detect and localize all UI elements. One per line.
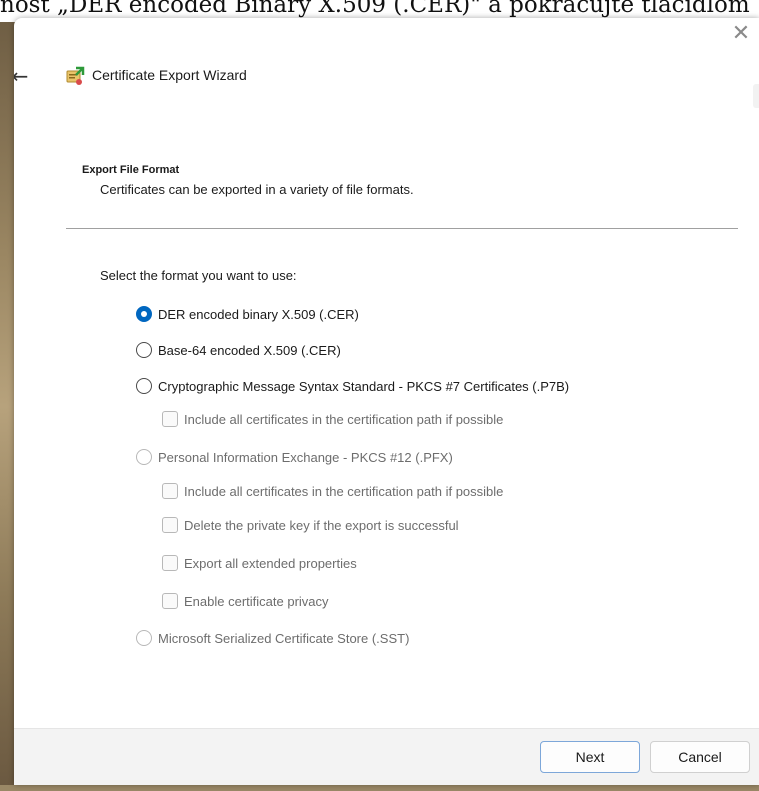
section-description: Certificates can be exported in a variet… <box>100 182 414 197</box>
right-edge-scroll <box>753 84 759 108</box>
checkbox-pfx-include-path: Include all certificates in the certific… <box>162 483 503 499</box>
checkbox-disabled <box>162 411 178 427</box>
checkbox-delete-private-key: Delete the private key if the export is … <box>162 517 459 533</box>
option-label: Base-64 encoded X.509 (.CER) <box>158 342 341 358</box>
option-label: Include all certificates in the certific… <box>184 411 504 427</box>
checkbox-export-extended-properties: Export all extended properties <box>162 555 357 571</box>
dialog-footer: Next Cancel <box>14 728 759 785</box>
option-label: Personal Information Exchange - PKCS #12… <box>158 449 453 465</box>
radio-button[interactable] <box>136 342 152 358</box>
background-bottom <box>0 785 759 791</box>
radio-der-cer[interactable]: DER encoded binary X.509 (.CER) <box>136 306 359 322</box>
next-button[interactable]: Next <box>540 741 640 773</box>
radio-button-checked[interactable] <box>136 306 152 322</box>
background-desktop <box>0 22 14 791</box>
checkbox-disabled <box>162 555 178 571</box>
radio-pkcs12-pfx: Personal Information Exchange - PKCS #12… <box>136 449 453 465</box>
close-icon[interactable]: ✕ <box>729 22 753 46</box>
wizard-title: Certificate Export Wizard <box>92 67 247 83</box>
format-prompt: Select the format you want to use: <box>100 268 297 283</box>
option-label: DER encoded binary X.509 (.CER) <box>158 306 359 322</box>
radio-button-disabled <box>136 630 152 646</box>
option-label: Enable certificate privacy <box>184 593 329 609</box>
checkbox-enable-certificate-privacy: Enable certificate privacy <box>162 593 329 609</box>
checkbox-disabled <box>162 483 178 499</box>
option-label: Delete the private key if the export is … <box>184 517 459 533</box>
certificate-export-dialog: ✕ ← Certificate Export Wizard Export Fil… <box>14 18 759 785</box>
checkbox-p7b-include-path: Include all certificates in the certific… <box>162 411 503 427</box>
option-label: Include all certificates in the certific… <box>184 483 504 499</box>
background-document-text: nost „DER encoded Binary X.509 (.CER)" a… <box>0 0 750 18</box>
cancel-button[interactable]: Cancel <box>650 741 750 773</box>
radio-button-disabled <box>136 449 152 465</box>
option-label: Cryptographic Message Syntax Standard - … <box>158 378 570 394</box>
section-heading: Export File Format <box>82 164 180 176</box>
radio-button[interactable] <box>136 378 152 394</box>
back-arrow-icon[interactable]: ← <box>14 64 34 88</box>
option-label: Microsoft Serialized Certificate Store (… <box>158 630 410 646</box>
header-divider <box>66 228 738 229</box>
certificate-icon <box>66 66 85 85</box>
radio-sst: Microsoft Serialized Certificate Store (… <box>136 630 409 646</box>
checkbox-disabled <box>162 593 178 609</box>
radio-base64-cer[interactable]: Base-64 encoded X.509 (.CER) <box>136 342 341 358</box>
checkbox-disabled <box>162 517 178 533</box>
option-label: Export all extended properties <box>184 555 357 571</box>
radio-pkcs7-p7b[interactable]: Cryptographic Message Syntax Standard - … <box>136 378 569 394</box>
